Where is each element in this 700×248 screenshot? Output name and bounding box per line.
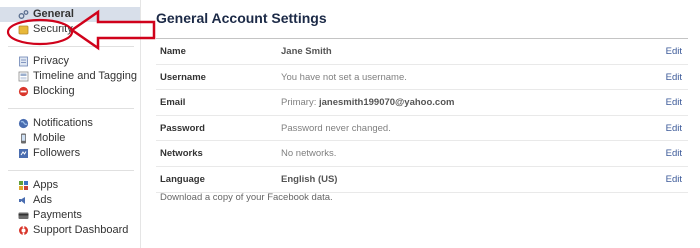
sidebar-item-label: Ads — [33, 194, 52, 206]
setting-label: Name — [160, 46, 186, 57]
settings-row-name[interactable]: Name Jane Smith Edit — [156, 39, 688, 65]
sidebar-item-label: Mobile — [33, 132, 66, 144]
settings-sidebar: General Security Privacy Timeline and Ta… — [0, 0, 141, 248]
sidebar-item-blocking[interactable]: Blocking — [0, 84, 140, 99]
sidebar-item-label: Security — [33, 23, 73, 35]
setting-value: No networks. — [281, 148, 337, 160]
sidebar-item-ads[interactable]: Ads — [0, 193, 140, 208]
edit-link[interactable]: Edit — [666, 46, 682, 57]
security-icon — [18, 24, 29, 35]
sidebar-item-label: Blocking — [33, 85, 75, 97]
globe-icon — [18, 118, 29, 129]
settings-row-language[interactable]: Language English (US) Edit — [156, 167, 688, 193]
email-prefix: Primary: — [281, 97, 319, 109]
setting-value: English (US) — [281, 173, 338, 185]
privacy-icon — [18, 56, 29, 67]
sidebar-divider — [8, 108, 134, 109]
edit-link[interactable]: Edit — [666, 148, 682, 159]
sidebar-item-apps[interactable]: Apps — [0, 178, 140, 193]
setting-label: Username — [160, 71, 206, 83]
sidebar-item-label: Notifications — [33, 117, 93, 129]
sidebar-item-label: Payments — [33, 209, 82, 221]
settings-row-password[interactable]: Password Password never changed. Edit — [156, 116, 688, 142]
sidebar-item-privacy[interactable]: Privacy — [0, 54, 140, 69]
sidebar-group-notifications: Notifications Mobile Followers — [0, 112, 140, 167]
settings-main: General Account Settings Name Jane Smith… — [140, 0, 700, 248]
payments-icon — [18, 210, 29, 221]
page-title: General Account Settings — [156, 10, 327, 26]
email-address: janesmith199070@yahoo.com — [319, 97, 455, 109]
sidebar-group-account: General Security — [0, 0, 140, 43]
setting-label: Password — [160, 122, 205, 134]
sidebar-item-general[interactable]: General — [0, 7, 140, 22]
sidebar-item-notifications[interactable]: Notifications — [0, 116, 140, 131]
mobile-icon — [18, 133, 29, 144]
followers-icon — [18, 148, 29, 159]
sidebar-item-label: General — [33, 8, 74, 20]
sidebar-item-security[interactable]: Security — [0, 22, 140, 37]
lifebuoy-icon — [18, 225, 29, 236]
sidebar-group-privacy: Privacy Timeline and Tagging Blocking — [0, 50, 140, 105]
sidebar-item-label: Apps — [33, 179, 59, 191]
edit-link[interactable]: Edit — [666, 174, 682, 185]
settings-table: Name Jane Smith Edit Username You have n… — [156, 38, 688, 193]
sidebar-divider — [8, 170, 134, 171]
sidebar-divider — [8, 46, 134, 47]
sidebar-item-label: Followers — [33, 147, 81, 159]
setting-value: Jane Smith — [281, 46, 332, 57]
sidebar-item-label: Timeline and Tagging — [33, 70, 137, 82]
setting-value: Primary: janesmith199070@yahoo.com — [281, 97, 454, 108]
sidebar-item-support-dashboard[interactable]: Support Dashboard — [0, 223, 140, 238]
settings-row-networks[interactable]: Networks No networks. Edit — [156, 141, 688, 167]
sidebar-group-apps: Apps Ads Payments Support Dashboard — [0, 174, 140, 244]
sidebar-item-timeline-and-tagging[interactable]: Timeline and Tagging — [0, 69, 140, 84]
setting-value: You have not set a username. — [281, 71, 407, 83]
edit-link[interactable]: Edit — [666, 97, 682, 108]
sidebar-item-label: Support Dashboard — [33, 224, 129, 236]
sidebar-item-mobile[interactable]: Mobile — [0, 131, 140, 146]
edit-link[interactable]: Edit — [666, 72, 682, 83]
edit-link[interactable]: Edit — [666, 123, 682, 134]
setting-label: Language — [160, 173, 205, 185]
settings-row-email[interactable]: Email Primary: janesmith199070@yahoo.com… — [156, 90, 688, 116]
ads-icon — [18, 195, 29, 206]
sidebar-item-label: Privacy — [33, 55, 70, 67]
setting-label: Networks — [160, 148, 203, 160]
gear-icon — [18, 9, 29, 20]
setting-label: Email — [160, 97, 186, 109]
timeline-icon — [18, 71, 29, 82]
blocking-icon — [18, 86, 29, 97]
download-data-link[interactable]: Download a copy of your Facebook data. — [160, 192, 333, 203]
settings-row-username[interactable]: Username You have not set a username. Ed… — [156, 65, 688, 91]
sidebar-item-followers[interactable]: Followers — [0, 146, 140, 161]
apps-icon — [18, 180, 29, 191]
sidebar-item-payments[interactable]: Payments — [0, 208, 140, 223]
setting-value: Password never changed. — [281, 122, 391, 134]
